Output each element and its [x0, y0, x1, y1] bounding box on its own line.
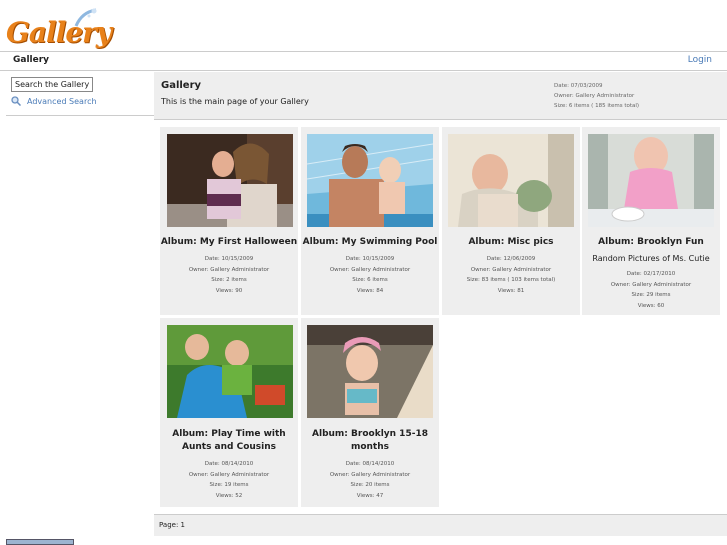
album-size: Size: 19 items: [209, 482, 249, 488]
album-card: Album: My Swimming Pool Date: 10/15/2009…: [301, 127, 439, 315]
album-thumbnail[interactable]: [307, 325, 433, 418]
advanced-search-link[interactable]: Advanced Search: [11, 96, 97, 106]
album-title-line-1: Album: Play Time with: [172, 429, 286, 439]
album-size: Size: 6 items: [352, 277, 388, 283]
album-card: Album: My First Halloween Date: 10/15/20…: [160, 127, 298, 315]
search-input[interactable]: [11, 77, 93, 92]
pagination-label: Page: 1: [159, 521, 185, 529]
album-date: Date: 02/17/2010: [626, 271, 676, 277]
album-title-line-2: months: [350, 442, 390, 452]
album-card: Album: Misc pics Date: 12/06/2009 Owner:…: [442, 127, 580, 315]
album-info: Date: 02/17/2010 Owner: Gallery Administ…: [582, 269, 720, 311]
album-title-line-1: Album: Brooklyn 15-18: [312, 429, 428, 439]
album-date: Date: 10/15/2009: [345, 256, 395, 262]
gallery-owner: Owner: Gallery Administrator: [554, 93, 635, 99]
gallery-description: This is the main page of your Gallery: [161, 97, 309, 106]
album-card: Album: Brooklyn 15-18 months Date: 08/14…: [301, 318, 439, 507]
album-owner: Owner: Gallery Administrator: [188, 471, 270, 478]
album-title-link[interactable]: Album: Play Time with Aunts and Cousins: [160, 428, 298, 454]
powered-by-badge[interactable]: [6, 539, 74, 545]
album-description: Random Pictures of Ms. Cutie: [592, 254, 710, 263]
breadcrumb-current: Gallery: [13, 55, 50, 65]
sidebar: Advanced Search: [6, 72, 154, 116]
sparkle-icon: [74, 8, 97, 27]
magnifier-icon: [11, 96, 21, 106]
gallery-date: Date: 07/03/2009: [554, 83, 603, 89]
album-size: Size: 2 items: [211, 277, 247, 283]
album-info: Date: 08/14/2010 Owner: Gallery Administ…: [301, 459, 439, 501]
album-title-link[interactable]: Album: Brooklyn 15-18 months: [301, 428, 439, 454]
album-owner: Owner: Gallery Administrator: [188, 266, 270, 273]
album-date: Date: 10/15/2009: [204, 256, 254, 262]
album-card: Album: Play Time with Aunts and Cousins …: [160, 318, 298, 507]
album-owner: Owner: Gallery Administrator: [610, 281, 692, 288]
album-info: Date: 12/06/2009 Owner: Gallery Administ…: [442, 254, 580, 296]
album-size: Size: 29 items: [631, 292, 671, 298]
album-views: Views: 81: [497, 287, 525, 294]
album-card: Album: Brooklyn Fun Random Pictures of M…: [582, 127, 720, 315]
album-title-link[interactable]: Album: My First Halloween: [160, 236, 298, 249]
album-size: Size: 20 items: [350, 482, 390, 488]
page-label: Page:: [159, 521, 179, 529]
album-views: Views: 60: [637, 302, 665, 309]
album-title-link[interactable]: Album: My Swimming Pool: [301, 236, 439, 249]
album-views: Views: 84: [356, 287, 384, 294]
album-size: Size: 83 items ( 103 items total): [466, 277, 556, 283]
album-info: Date: 10/15/2009 Owner: Gallery Administ…: [160, 254, 298, 296]
album-thumbnail[interactable]: [167, 134, 293, 227]
album-owner: Owner: Gallery Administrator: [470, 266, 552, 273]
gallery-summary: Gallery This is the main page of your Ga…: [154, 72, 727, 120]
album-thumbnail[interactable]: [307, 134, 433, 227]
album-views: Views: 90: [215, 287, 243, 294]
gallery-logo[interactable]: Gallery: [6, 6, 112, 50]
pagination: Page: 1: [154, 514, 727, 536]
album-views: Views: 47: [356, 492, 384, 499]
album-date: Date: 12/06/2009: [486, 256, 536, 262]
album-info: Date: 08/14/2010 Owner: Gallery Administ…: [160, 459, 298, 501]
login-link[interactable]: Login: [688, 55, 712, 65]
album-thumbnail[interactable]: [588, 134, 714, 227]
page-title: Gallery: [161, 80, 202, 91]
gallery-meta: Date: 07/03/2009 Owner: Gallery Administ…: [554, 81, 639, 111]
album-title-line-2: Aunts and Cousins: [181, 442, 277, 452]
album-views: Views: 52: [215, 492, 243, 499]
site-header: Gallery: [0, 0, 727, 51]
album-date: Date: 08/14/2010: [204, 461, 254, 467]
album-thumbnail[interactable]: [448, 134, 574, 227]
album-owner: Owner: Gallery Administrator: [329, 471, 411, 478]
gallery-size: Size: 6 items ( 185 items total): [554, 103, 640, 109]
breadcrumb: Gallery Login: [0, 51, 727, 71]
album-title-link[interactable]: Album: Brooklyn Fun: [582, 236, 720, 249]
album-title-link[interactable]: Album: Misc pics: [442, 236, 580, 249]
album-owner: Owner: Gallery Administrator: [329, 266, 411, 273]
page-number[interactable]: 1: [181, 521, 185, 529]
album-info: Date: 10/15/2009 Owner: Gallery Administ…: [301, 254, 439, 296]
album-thumbnail[interactable]: [167, 325, 293, 418]
album-date: Date: 08/14/2010: [345, 461, 395, 467]
advanced-search-label: Advanced Search: [27, 96, 97, 106]
